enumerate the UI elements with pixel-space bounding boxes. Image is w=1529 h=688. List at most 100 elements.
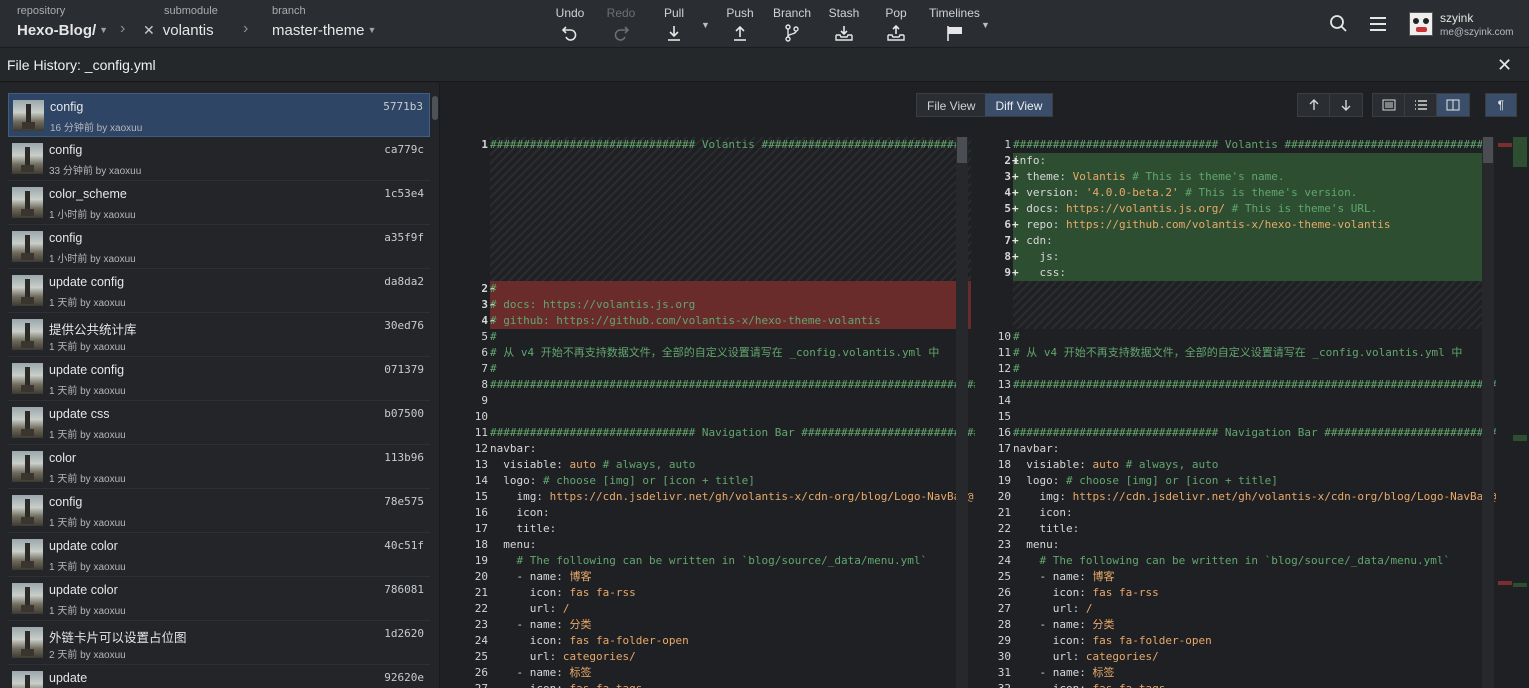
pull-icon [668, 26, 680, 41]
search-icon[interactable] [1329, 14, 1348, 33]
split-view-button[interactable] [1437, 94, 1469, 116]
code-text: : [1046, 234, 1053, 247]
stash-button[interactable]: Stash [828, 6, 860, 42]
code-line: # 从 v4 开始不再支持数据文件，全部的自定义设置请写在 _config.vo… [1013, 345, 1462, 361]
code-text: : [1052, 474, 1066, 487]
diff-placeholder-hatch [1013, 281, 1494, 329]
yaml-key: css [1013, 266, 1060, 279]
commit-row[interactable]: 提供公共统计库 1 天前 by xaoxuu 30ed76 [8, 313, 430, 357]
code-line: # 从 v4 开始不再支持数据文件，全部的自定义设置请写在 _config.vo… [490, 345, 939, 361]
line-number: 21 [474, 586, 488, 599]
push-button[interactable]: Push [725, 6, 755, 42]
yaml-key: - name [1013, 666, 1080, 679]
pull-options-icon[interactable]: ▼ [701, 20, 710, 30]
commit-row[interactable]: update color 1 天前 by xaoxuu 40c51f [8, 533, 430, 577]
yaml-key: url [1013, 650, 1073, 663]
yaml-value: 标签 [1092, 666, 1115, 679]
diff-view-button[interactable]: Diff View [985, 94, 1053, 116]
commit-row[interactable]: update 92620e [8, 665, 430, 688]
commit-row[interactable]: config 16 分钟前 by xaoxuu 5771b3 [8, 93, 430, 137]
timelines-options-icon[interactable]: ▼ [981, 20, 990, 30]
yaml-value: / [562, 602, 570, 615]
commit-author-avatar [12, 231, 43, 262]
code-line: repo: https://github.com/volantis-x/hexo… [1013, 217, 1390, 233]
pull-button[interactable]: Pull [660, 6, 688, 42]
commit-row[interactable]: color 1 天前 by xaoxuu 113b96 [8, 445, 430, 489]
code-line: icon: [1013, 505, 1073, 521]
commit-list-scrollbar[interactable] [432, 96, 438, 120]
line-number: 30 [997, 650, 1011, 663]
right-pane-scrollbar[interactable] [1482, 137, 1494, 688]
file-view-button[interactable]: File View [917, 94, 986, 116]
undo-button[interactable]: Undo [555, 6, 585, 42]
previous-change-button[interactable] [1298, 94, 1330, 116]
branch-button[interactable]: Branch [772, 6, 812, 42]
close-icon[interactable]: ✕ [1497, 56, 1512, 74]
code-text: # [490, 330, 497, 343]
code-line: # github: https://github.com/volantis-x/… [490, 313, 881, 329]
diff-left-pane[interactable]: 1 ############################### Volanti… [453, 137, 975, 688]
yaml-value: 博客 [1092, 570, 1115, 583]
left-pane-scrollbar[interactable] [956, 137, 968, 688]
branch-selector[interactable]: branch master-theme ▼ [272, 5, 376, 39]
close-submodule-icon[interactable]: ✕ [143, 22, 155, 38]
code-text: : [549, 650, 563, 663]
code-text: ############################### Navigati… [490, 426, 975, 439]
code-line: - name: 标签 [490, 665, 591, 681]
commit-row[interactable]: config 1 天前 by xaoxuu 78e575 [8, 489, 430, 533]
commit-sha: 78e575 [384, 495, 424, 508]
avatar[interactable] [1409, 12, 1433, 36]
redo-button[interactable]: Redo [606, 6, 636, 42]
line-number: 27 [453, 681, 488, 688]
commit-row[interactable]: update css 1 天前 by xaoxuu b07500 [8, 401, 430, 445]
line-number: 28 [997, 618, 1011, 631]
code-text: : [556, 570, 570, 583]
chevron-right-icon: › [243, 20, 249, 37]
commit-row[interactable]: update config 1 天前 by xaoxuu da8da2 [8, 269, 430, 313]
code-text: : [1065, 506, 1073, 519]
yaml-key: - name [1013, 618, 1080, 631]
commit-message: color [49, 451, 77, 465]
submodule-selector[interactable]: submodule ✕ volantis [143, 5, 218, 39]
repository-selector[interactable]: repository Hexo-Blog/▼ [17, 5, 108, 39]
line-number: 24 [997, 554, 1011, 567]
hunk-view-button[interactable] [1373, 94, 1405, 116]
commit-row[interactable]: config 1 小时前 by xaoxuu a35f9f [8, 225, 430, 269]
list-icon [1414, 100, 1427, 110]
commit-message: config [49, 495, 83, 509]
code-line: icon: fas fa-tags [490, 681, 643, 688]
commit-author-avatar [12, 671, 43, 688]
code-line: icon: fas fa-tags [1013, 681, 1166, 688]
line-number: 11 [997, 346, 1011, 359]
code-line: ########################################… [490, 377, 975, 393]
commit-row[interactable]: 外链卡片可以设置占位图 2 天前 by xaoxuu 1d2620 [8, 621, 430, 665]
commit-meta: 1 小时前 by xaoxuu [49, 210, 136, 221]
inline-view-button[interactable] [1405, 94, 1437, 116]
line-number: 20 [474, 570, 488, 583]
yaml-key: img [1013, 490, 1060, 503]
line-number: 14 [997, 394, 1011, 407]
code-line: url: categories/ [1013, 649, 1159, 665]
commit-row[interactable]: config 33 分钟前 by xaoxuu ca779c [8, 137, 430, 181]
pop-button[interactable]: Pop [882, 6, 910, 42]
yaml-key: title [1013, 522, 1073, 535]
undo-icon [561, 26, 577, 41]
code-line: menu: [1013, 537, 1059, 553]
diff-minimap[interactable] [1496, 137, 1529, 688]
show-whitespace-button[interactable]: ¶ [1486, 94, 1516, 116]
diff-right-pane[interactable]: 1 ############################### Volanti… [976, 137, 1498, 688]
line-number: 8 [481, 378, 488, 391]
timelines-button[interactable]: Timelines [929, 6, 980, 42]
menu-icon[interactable] [1369, 16, 1387, 32]
code-text: ############################### Volantis… [1013, 138, 1490, 151]
commit-row[interactable]: update config 1 天前 by xaoxuu 071379 [8, 357, 430, 401]
next-change-button[interactable] [1330, 94, 1362, 116]
line-number: 27 [997, 602, 1011, 615]
commit-sha: 5771b3 [383, 100, 423, 113]
code-line: info: [1013, 153, 1046, 169]
commit-row[interactable]: color_scheme 1 小时前 by xaoxuu 1c53e4 [8, 181, 430, 225]
code-line: ############################### Navigati… [490, 425, 975, 441]
commit-author-avatar [12, 627, 43, 658]
commit-row[interactable]: update color 1 天前 by xaoxuu 786081 [8, 577, 430, 621]
code-line: visiable: auto # always, auto [490, 457, 695, 473]
